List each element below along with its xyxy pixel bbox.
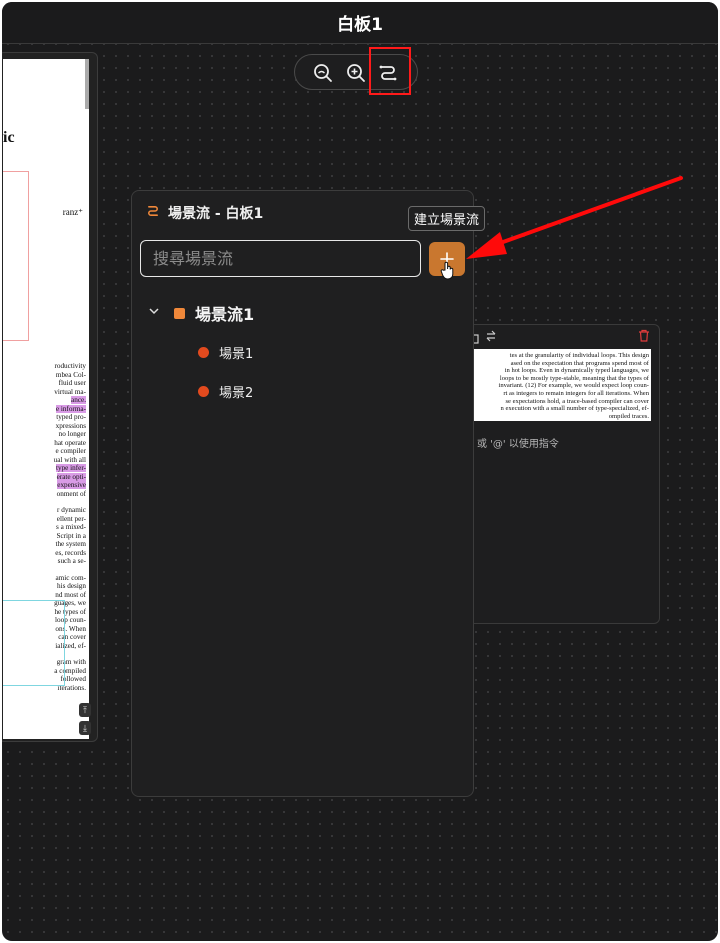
document-line: r dynamic: [57, 506, 86, 514]
note-line: rt as integers to remain integers for al…: [503, 389, 649, 397]
document-line: roductivity: [54, 362, 86, 370]
note-card[interactable]: tes at the granularity of individual loo…: [454, 324, 660, 624]
scene-flow-icon: [146, 204, 160, 223]
note-line: loops to be mostly type-stable, meaning …: [499, 374, 649, 382]
document-line: s a mixed-: [56, 523, 86, 531]
delete-icon[interactable]: [638, 329, 650, 347]
panel-title: 場景流 - 白板1: [168, 206, 264, 222]
scene-name: 場景2: [219, 386, 254, 401]
tree-item-scene-2[interactable]: 場景2: [198, 382, 253, 401]
annotation-box-pink: [3, 171, 29, 341]
note-line: n execution with a small number of type-…: [500, 405, 650, 413]
document-line: hat operate: [54, 438, 86, 447]
note-line: invariant. (12) For example, we would ex…: [498, 382, 649, 390]
group-color-square: [174, 307, 185, 319]
document-line: xpressions: [55, 421, 86, 430]
document-line: his design: [57, 582, 86, 590]
document-heading: ic: [3, 129, 15, 146]
document-line: erate opti-: [56, 472, 86, 481]
note-page: tes at the granularity of individual loo…: [469, 349, 651, 421]
document-line: typed pro-: [56, 413, 86, 421]
zoom-out-icon[interactable]: [312, 62, 334, 84]
window-title: 白板1: [337, 15, 383, 35]
scroll-top-icon[interactable]: ⤒: [79, 703, 91, 717]
command-hint: 或 '@' 以使用指令: [477, 439, 559, 450]
chevron-down-icon[interactable]: [148, 304, 160, 322]
document-line: the system: [55, 540, 86, 548]
download-icon[interactable]: ⤓: [79, 721, 91, 735]
document-author: ranz⁺: [62, 207, 83, 217]
note-line: in hot loops. Even in dynamically typed …: [504, 367, 649, 375]
note-line: se expectations hold, a trace-based comp…: [505, 397, 649, 405]
group-name: 場景流1: [195, 305, 255, 324]
document-line: virtual ma-: [54, 387, 86, 396]
scene-dot: [198, 386, 209, 397]
document-line: fluid user: [58, 379, 86, 387]
document-line: nd most of: [55, 590, 86, 599]
highlight-box: [369, 47, 411, 95]
document-line: no longer: [58, 430, 86, 438]
search-input[interactable]: [140, 240, 421, 277]
scene-name: 場景1: [219, 347, 254, 362]
note-page-text: tes at the granularity of individual loo…: [469, 349, 651, 420]
document-line: es, records: [55, 548, 86, 557]
document-scrollbar[interactable]: [85, 59, 89, 109]
document-line: ual with all: [53, 455, 86, 464]
swap-icon[interactable]: [485, 329, 497, 347]
document-card[interactable]: ic ranz⁺ roductivity mbea Col-fluid user v…: [2, 52, 98, 742]
note-line: tes at the granularity of individual loo…: [509, 352, 649, 359]
hand-cursor-icon: [440, 261, 456, 286]
title-bar: 白板1: [2, 2, 718, 44]
annotation-box-cyan: [3, 600, 65, 686]
document-line: amic com-: [55, 573, 86, 582]
document-line: Script in a: [56, 531, 86, 540]
document-line: expensive: [57, 481, 86, 489]
scene-dot: [198, 347, 209, 358]
scene-flow-panel: 場景流 - 白板1 建立場景流 場景流1 場景1 場景2: [131, 190, 486, 797]
document-page: ic ranz⁺ roductivity mbea Col-fluid user v…: [3, 59, 89, 739]
panel-header: 場景流 - 白板1: [146, 203, 263, 223]
tree-item-scene-1[interactable]: 場景1: [198, 343, 253, 362]
tree-group-scene-flow-1[interactable]: 場景流1: [148, 301, 254, 325]
document-line: mbea Col-: [55, 370, 86, 379]
document-line: ance.: [71, 396, 86, 404]
document-line: e compiler: [55, 447, 86, 455]
document-line: type infer-: [56, 464, 86, 472]
whiteboard-window: 白板1 ic ranz⁺ roductivity mbea Col-fluid u…: [2, 2, 718, 941]
document-line: such a se-: [57, 557, 86, 565]
add-tooltip: 建立場景流: [408, 206, 486, 231]
note-line: ased on the expectation that programs sp…: [510, 359, 649, 367]
document-line: ellent per-: [56, 514, 86, 523]
note-line: ompiled traces.: [608, 412, 649, 420]
document-line: e informa-: [55, 404, 86, 413]
zoom-in-icon[interactable]: [345, 62, 367, 84]
document-line: onment of: [56, 489, 86, 498]
